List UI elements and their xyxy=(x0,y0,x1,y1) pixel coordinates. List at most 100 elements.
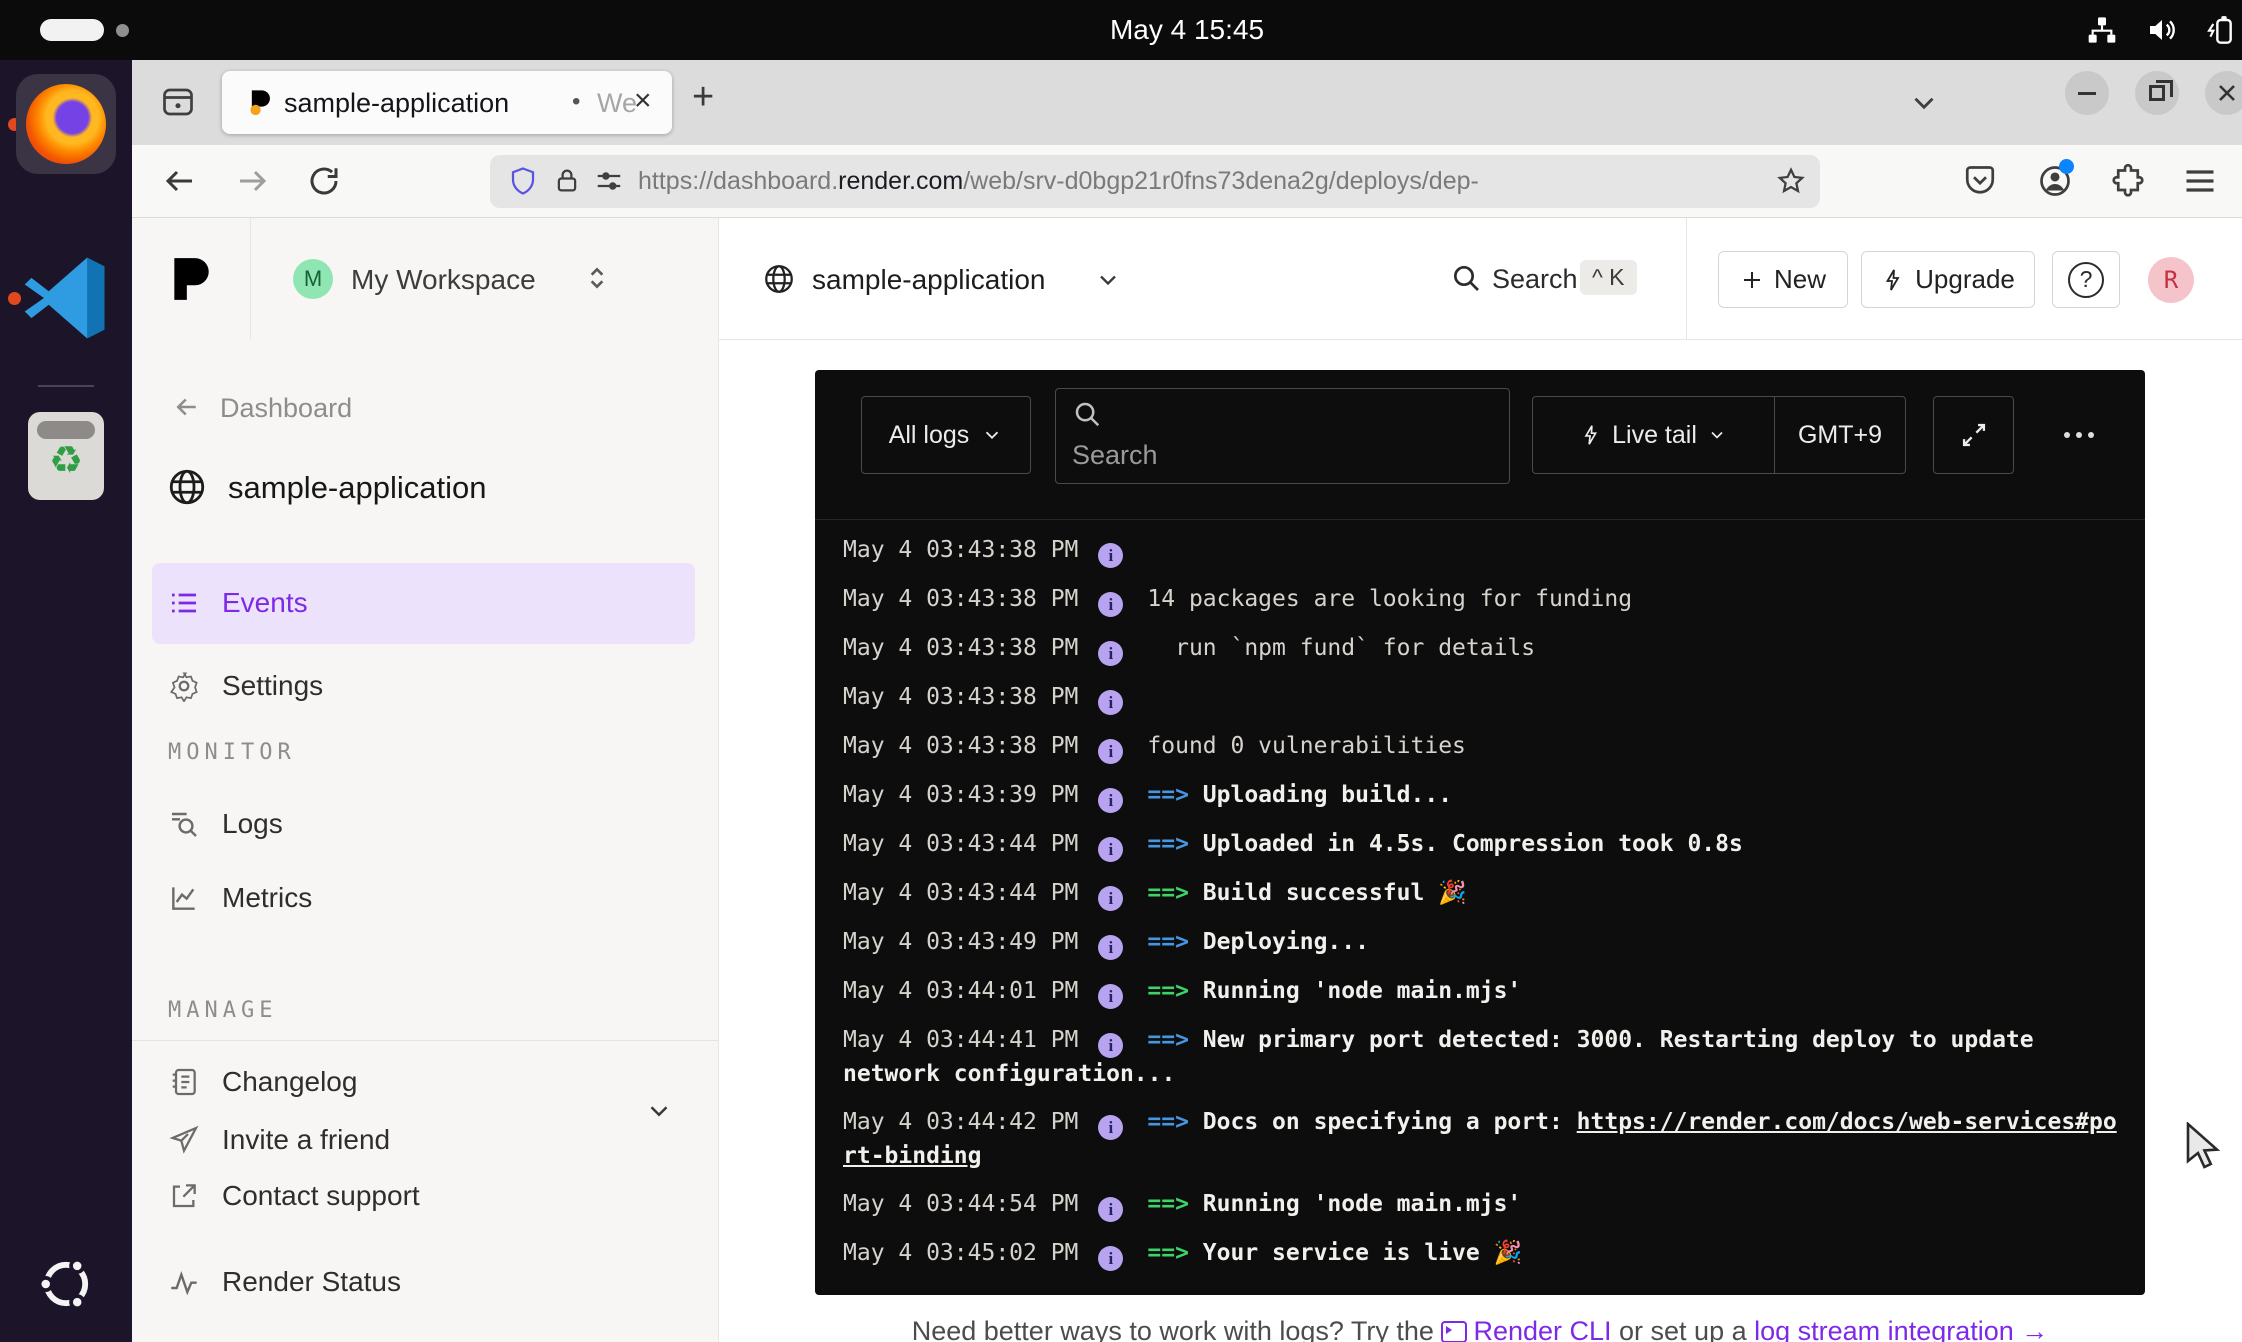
sidebar-item-settings[interactable]: Settings xyxy=(132,654,719,718)
permissions-icon[interactable] xyxy=(594,166,624,196)
info-icon[interactable]: i xyxy=(1098,1246,1123,1271)
firefox-dock-icon[interactable] xyxy=(16,74,116,174)
sidebar-item-changelog[interactable]: Changelog xyxy=(132,1050,719,1114)
globe-icon xyxy=(166,466,208,508)
sidebar-item-events[interactable]: Events xyxy=(132,571,719,635)
tab-sample-application[interactable]: sample-application • We × xyxy=(222,71,672,134)
sidebar-item-label: Logs xyxy=(222,808,283,840)
log-list[interactable]: May 4 03:43:38 PMiMay 4 03:43:38 PMi14 p… xyxy=(843,534,2117,1286)
new-button[interactable]: New xyxy=(1718,251,1848,308)
log-arrow: ==> xyxy=(1147,929,1202,955)
info-icon[interactable]: i xyxy=(1098,690,1123,715)
chevron-updown-icon xyxy=(581,262,613,294)
log-entry: May 4 03:43:44 PMi==> Build successful 🎉 xyxy=(843,877,2117,911)
reload-icon[interactable] xyxy=(306,163,342,199)
log-timestamp: May 4 03:44:01 PM xyxy=(843,978,1078,1004)
volume-icon[interactable] xyxy=(2146,14,2178,46)
network-icon[interactable] xyxy=(2086,14,2118,46)
info-icon[interactable]: i xyxy=(1098,935,1123,960)
tracking-shield-icon[interactable] xyxy=(508,166,538,196)
ubuntu-logo-icon[interactable] xyxy=(34,1252,98,1316)
log-timestamp: May 4 03:43:39 PM xyxy=(843,782,1078,808)
search-label[interactable]: Search xyxy=(1492,264,1578,295)
menu-hamburger-icon[interactable] xyxy=(2182,163,2218,199)
info-icon[interactable]: i xyxy=(1098,1197,1123,1222)
url-bar[interactable]: https://dashboard.render.com/web/srv-d0b… xyxy=(490,155,1820,208)
back-arrow-icon[interactable] xyxy=(172,392,202,422)
terminal-icon xyxy=(1441,1321,1467,1342)
search-icon xyxy=(1072,399,1102,429)
log-timestamp: May 4 03:43:38 PM xyxy=(843,733,1078,759)
sidebar-divider xyxy=(132,1040,719,1041)
search-placeholder: Search xyxy=(1072,440,1158,471)
render-logo-icon[interactable] xyxy=(166,254,216,304)
log-message: found 0 vulnerabilities xyxy=(1147,733,1466,759)
system-top-bar: May 4 15:45 xyxy=(0,0,2242,60)
sidebar-item-label: Metrics xyxy=(222,882,312,914)
workspace-selector[interactable]: M My Workspace xyxy=(251,218,719,340)
log-panel[interactable]: All logs Search Live tail xyxy=(815,370,2145,1295)
info-icon[interactable]: i xyxy=(1098,739,1123,764)
log-stream-link[interactable]: log stream integration xyxy=(1754,1316,2014,1342)
info-icon[interactable]: i xyxy=(1098,543,1123,568)
new-tab-button[interactable]: + xyxy=(692,76,714,119)
sidebar-item-logs[interactable]: Logs xyxy=(132,792,719,856)
log-entry: May 4 03:44:54 PMi==> Running 'node main… xyxy=(843,1188,2117,1222)
sidebar-item-label: Render Status xyxy=(222,1266,401,1298)
paper-plane-icon xyxy=(168,1124,200,1156)
info-icon[interactable]: i xyxy=(1098,1115,1123,1140)
help-button[interactable]: ? xyxy=(2052,251,2120,308)
tab-close-icon[interactable]: × xyxy=(634,84,652,118)
info-icon[interactable]: i xyxy=(1098,837,1123,862)
chevron-down-icon[interactable] xyxy=(1094,266,1122,294)
url-text[interactable]: https://dashboard.render.com/web/srv-d0b… xyxy=(638,167,1758,196)
info-icon[interactable]: i xyxy=(1098,592,1123,617)
service-selector[interactable]: sample-application xyxy=(812,264,1045,296)
system-clock[interactable]: May 4 15:45 xyxy=(132,0,2242,60)
info-icon[interactable]: i xyxy=(1098,886,1123,911)
battery-charging-icon[interactable] xyxy=(2204,14,2236,46)
info-icon[interactable]: i xyxy=(1098,788,1123,813)
browser-toolbar: https://dashboard.render.com/web/srv-d0b… xyxy=(132,145,2242,218)
minimize-button[interactable] xyxy=(2065,71,2109,115)
log-filter-button[interactable]: All logs xyxy=(861,396,1031,474)
bookmark-star-icon[interactable] xyxy=(1776,166,1806,196)
sidebar-item-render-status[interactable]: Render Status xyxy=(132,1250,719,1314)
account-icon[interactable] xyxy=(2037,163,2073,199)
vscode-dock-icon[interactable] xyxy=(18,250,114,346)
log-timestamp: May 4 03:44:54 PM xyxy=(843,1191,1078,1217)
more-options-button[interactable] xyxy=(2055,418,2103,452)
search-icon[interactable] xyxy=(1450,262,1482,294)
log-stream-label: log stream integration xyxy=(1754,1316,2014,1342)
sidebar-item-invite[interactable]: Invite a friend xyxy=(132,1108,719,1172)
lock-icon[interactable] xyxy=(552,166,582,196)
workspace-pill[interactable] xyxy=(40,19,104,41)
pocket-icon[interactable] xyxy=(1962,163,1998,199)
log-search-input[interactable]: Search xyxy=(1055,388,1510,484)
render-cli-link[interactable]: Render CLI xyxy=(1441,1316,1611,1342)
info-icon[interactable]: i xyxy=(1098,1033,1123,1058)
url-scheme: https://dashboard. xyxy=(638,167,838,195)
info-icon[interactable]: i xyxy=(1098,641,1123,666)
log-arrow: ==> xyxy=(1147,1027,1202,1053)
trash-dock-icon[interactable]: ♻ xyxy=(28,412,104,500)
timezone-button[interactable]: GMT+9 xyxy=(1775,397,1905,473)
extensions-icon[interactable] xyxy=(2110,163,2146,199)
url-path: /web/srv-d0bgp21r0fns73dena2g/deploys/de… xyxy=(963,167,1479,195)
forward-icon[interactable] xyxy=(234,163,270,199)
restore-button[interactable] xyxy=(2135,71,2179,115)
list-tabs-chevron-icon[interactable] xyxy=(1907,86,1941,120)
info-icon[interactable]: i xyxy=(1098,984,1123,1009)
upgrade-button[interactable]: Upgrade xyxy=(1861,251,2035,308)
filter-label: All logs xyxy=(889,421,970,450)
user-avatar[interactable]: R xyxy=(2148,257,2194,303)
logs-search-icon xyxy=(168,808,200,840)
sidebar-item-dashboard[interactable]: Dashboard xyxy=(220,393,352,424)
sidebar-item-metrics[interactable]: Metrics xyxy=(132,866,719,930)
live-tail-button[interactable]: Live tail xyxy=(1533,397,1775,473)
close-button[interactable] xyxy=(2205,71,2242,115)
expand-button[interactable] xyxy=(1933,396,2014,474)
sidebar-item-contact-support[interactable]: Contact support xyxy=(132,1164,719,1228)
back-icon[interactable] xyxy=(162,163,198,199)
firefox-view-icon[interactable] xyxy=(160,84,196,120)
